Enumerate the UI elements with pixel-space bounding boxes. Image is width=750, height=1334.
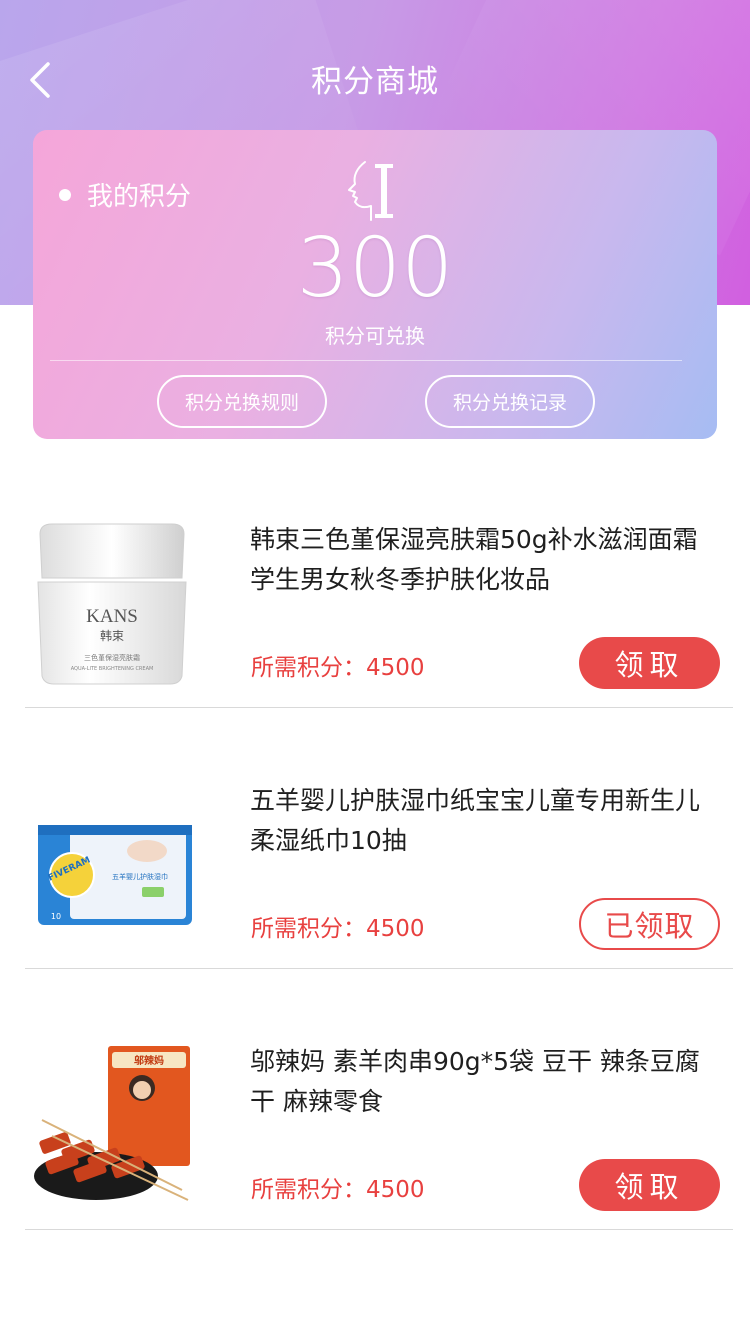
product-name[interactable]: 韩束三色堇保湿亮肤霜50g补水滋润面霜学生男女秋冬季护肤化妆品 — [250, 520, 720, 600]
item-divider — [25, 968, 733, 969]
product-name[interactable]: 五羊婴儿护肤湿巾纸宝宝儿童专用新生儿柔湿纸巾10抽 — [250, 781, 720, 861]
wipes-line1-text: 五羊婴儿护肤湿巾 — [112, 872, 168, 881]
points-subtitle: 积分可兑换 — [325, 324, 425, 348]
wipes-count-text: 10 — [51, 912, 61, 921]
jar-brand-cn-text: 韩束 — [100, 628, 124, 643]
exchange-records-button[interactable]: 积分兑换记录 — [425, 375, 595, 428]
claim-button[interactable]: 领取 — [579, 637, 720, 689]
item-divider — [25, 1229, 733, 1230]
product-points-price: 所需积分：4500 — [251, 916, 425, 942]
exchange-rules-button[interactable]: 积分兑换规则 — [157, 375, 327, 428]
product-item[interactable]: FIVERAM 五羊婴儿护肤湿巾 10 五羊婴儿护肤湿巾纸宝宝儿童专用新生儿柔湿… — [0, 729, 750, 990]
jar-line1-text: 三色堇保湿亮肤霜 — [84, 653, 140, 662]
spicy-skewers-snack-image: 邬辣妈 — [34, 1046, 190, 1201]
product-item[interactable]: 邬辣妈 邬辣妈 素羊肉串90g*5袋 豆干 辣条豆腐干 麻辣零食 所需积分：45… — [0, 990, 750, 1251]
snack-brand-text: 邬辣妈 — [134, 1054, 164, 1067]
card-divider — [50, 360, 682, 361]
jar-brand-text: KANS — [86, 606, 138, 627]
wet-wipes-pack-image: FIVERAM 五羊婴儿护肤湿巾 10 — [38, 825, 192, 925]
page-title: 积分商城 — [311, 64, 439, 100]
claimed-button[interactable]: 已领取 — [579, 898, 720, 950]
item-divider — [25, 707, 733, 708]
claim-button[interactable]: 领取 — [579, 1159, 720, 1211]
product-list: KANS 韩束 三色堇保湿亮肤霜 AQUA-LITE BRIGHTENING C… — [0, 468, 750, 1251]
jar-line2-text: AQUA-LITE BRIGHTENING CREAM — [71, 666, 154, 672]
bullet-dot-icon — [59, 188, 71, 201]
brand-face-logo-icon — [348, 161, 393, 221]
points-balance: 300 — [296, 221, 454, 316]
product-points-price: 所需积分：4500 — [251, 655, 425, 681]
product-item[interactable]: KANS 韩束 三色堇保湿亮肤霜 AQUA-LITE BRIGHTENING C… — [0, 468, 750, 729]
points-label: 我的积分 — [87, 182, 192, 212]
points-label-group: 我的积分 — [59, 176, 191, 213]
product-points-price: 所需积分：4500 — [251, 1177, 425, 1203]
product-name[interactable]: 邬辣妈 素羊肉串90g*5袋 豆干 辣条豆腐干 麻辣零食 — [250, 1042, 720, 1122]
cream-jar-image: KANS 韩束 三色堇保湿亮肤霜 AQUA-LITE BRIGHTENING C… — [37, 523, 187, 685]
points-card: 我的积分 300 积分可兑换 积分兑换规则 积分兑换记录 — [33, 130, 717, 439]
